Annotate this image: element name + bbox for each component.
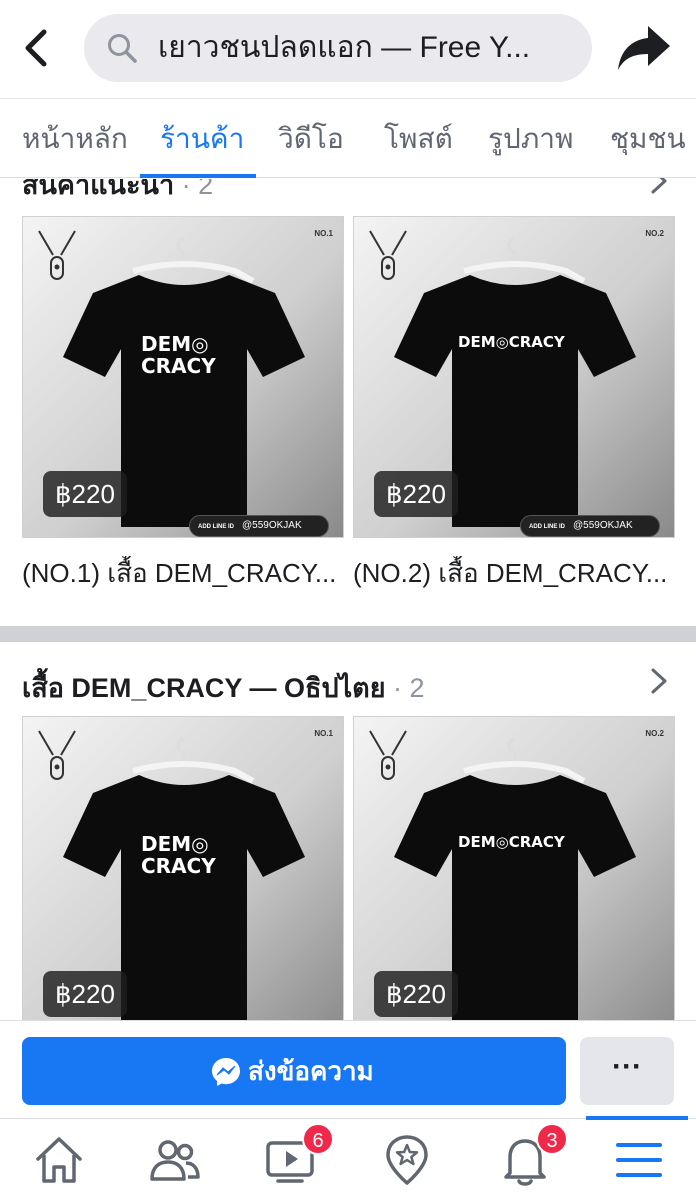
price-badge: ฿220 [43, 971, 127, 1017]
home-icon[interactable] [32, 1133, 86, 1187]
share-icon[interactable] [616, 22, 672, 74]
section-title: เสื้อ DEM_CRACY — Oธิปไตย [22, 673, 386, 703]
notifications-tab[interactable]: 3 [498, 1123, 568, 1187]
shirt-print: DEM◎CRACY [458, 833, 565, 851]
line-id: @559OKJAK [573, 520, 633, 531]
watch-tab[interactable]: 6 [264, 1123, 334, 1187]
bottom-nav: 6 3 [0, 1118, 696, 1200]
messenger-icon [212, 1058, 240, 1086]
top-bar: เยาวชนปลดแอก — Free Y... [0, 0, 696, 98]
section-divider [0, 626, 696, 642]
marketplace-icon[interactable] [380, 1133, 434, 1187]
notifications-badge: 3 [536, 1123, 568, 1155]
shirt-print-line2: CRACY [141, 854, 216, 878]
line-id-tag: ADD LINE ID @559OKJAK [520, 515, 660, 537]
tab-posts[interactable]: โพสต์ [384, 121, 453, 157]
friends-icon[interactable] [148, 1133, 202, 1187]
back-arrow-icon[interactable] [18, 26, 58, 70]
add-line-label: ADD LINE ID [198, 524, 234, 530]
menu-icon[interactable] [612, 1133, 666, 1187]
send-message-label: ส่งข้อความ [248, 1056, 374, 1086]
search-query: เยาวชนปลดแอก — Free Y... [158, 31, 531, 64]
video-badge: 6 [302, 1123, 334, 1155]
product-number: NO.1 [314, 729, 333, 738]
search-bar[interactable]: เยาวชนปลดแอก — Free Y... [84, 14, 592, 82]
add-line-label: ADD LINE ID [529, 524, 565, 530]
product-title[interactable]: (NO.2) เสื้อ DEM_CRACY... [353, 556, 675, 590]
tab-community[interactable]: ชุมชน [610, 121, 686, 157]
search-icon [108, 34, 137, 63]
tab-videos[interactable]: วิดีโอ [278, 121, 344, 157]
product-card[interactable]: NO.1 DEM◎ CRACY ฿220 ADD LINE ID @559OKJA… [22, 216, 344, 538]
product-card[interactable]: NO.1 DEM◎ CRACY ฿220 [22, 716, 344, 1038]
page-action-bar: ส่งข้อความ ··· [0, 1020, 696, 1118]
shirt-print-line2: CRACY [141, 354, 216, 378]
active-tab-indicator [140, 174, 256, 178]
line-id: @559OKJAK [242, 520, 302, 531]
more-options-button[interactable]: ··· [580, 1037, 674, 1105]
send-message-button[interactable]: ส่งข้อความ [22, 1037, 566, 1105]
price-badge: ฿220 [374, 471, 458, 517]
chevron-right-icon[interactable] [648, 666, 670, 696]
product-number: NO.1 [314, 229, 333, 238]
section-count: · 2 [393, 673, 425, 703]
page: เยาวชนปลดแอก — Free Y... หน้าหลัก ร้านค้… [0, 0, 696, 1200]
active-nav-indicator [586, 1116, 688, 1120]
section-header[interactable]: เสื้อ DEM_CRACY — Oธิปไตย · 2 [22, 666, 425, 709]
product-number: NO.2 [645, 229, 664, 238]
tab-photos[interactable]: รูปภาพ [488, 121, 573, 157]
tab-home[interactable]: หน้าหลัก [22, 121, 128, 157]
line-id-tag: ADD LINE ID @559OKJAK [189, 515, 329, 537]
price-badge: ฿220 [374, 971, 458, 1017]
shirt-print-line1: DEM◎ [141, 332, 209, 356]
price-badge: ฿220 [43, 471, 127, 517]
tab-bar: หน้าหลัก ร้านค้า วิดีโอ โพสต์ รูปภาพ ชุม… [0, 98, 696, 178]
product-title[interactable]: (NO.1) เสื้อ DEM_CRACY... [22, 556, 344, 590]
product-card[interactable]: NO.2 DEM◎CRACY ฿220 [353, 716, 675, 1038]
tab-shop[interactable]: ร้านค้า [160, 121, 244, 157]
shirt-print-line1: DEM◎ [141, 832, 209, 856]
product-card[interactable]: NO.2 DEM◎CRACY ฿220 ADD LINE ID @559OKJAK [353, 216, 675, 538]
shirt-print: DEM◎CRACY [458, 333, 565, 351]
product-number: NO.2 [645, 729, 664, 738]
